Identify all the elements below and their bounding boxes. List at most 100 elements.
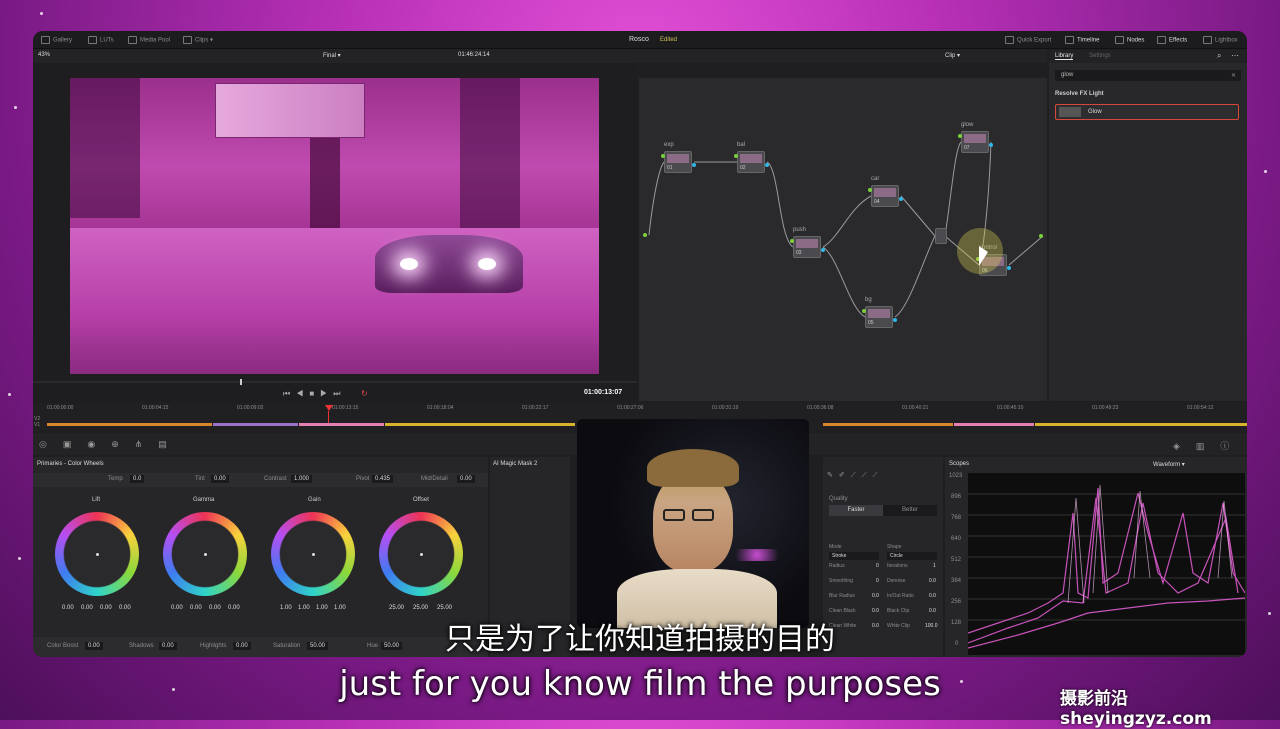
quality-toggle[interactable]: Faster Better <box>829 505 937 516</box>
bokeh-lights <box>727 549 787 561</box>
tint-field[interactable]: 0.00 <box>211 475 229 483</box>
gain-value[interactable]: 1.00 <box>316 605 328 611</box>
node-editor[interactable]: exp 01 bal 02 push 03 car 04 bg 05 glow 07 control 06 <box>639 78 1047 401</box>
node-output-dot[interactable] <box>893 318 897 322</box>
star <box>1264 170 1267 173</box>
tab-clips[interactable]: Clips ▾ <box>183 36 213 44</box>
playhead[interactable] <box>240 379 242 385</box>
node-input-dot[interactable] <box>661 154 665 158</box>
timeline-selector[interactable]: Final ▾ <box>323 52 341 59</box>
loop-icon[interactable]: ↻ <box>361 389 368 398</box>
iterations-value[interactable]: 1 <box>933 563 936 569</box>
clear-search-icon[interactable]: ✕ <box>1231 72 1236 79</box>
inout-ratio-value[interactable]: 0.0 <box>929 593 936 599</box>
menu-icon[interactable]: ⋯ <box>1231 51 1239 60</box>
offset-value[interactable]: 25.00 <box>413 605 428 611</box>
node-input-dot[interactable] <box>958 134 962 138</box>
gamma-wheel[interactable] <box>163 512 247 596</box>
node-car[interactable]: 04 <box>871 185 899 207</box>
scopes-title: Scopes <box>949 461 970 467</box>
node-push[interactable]: 03 <box>793 236 821 258</box>
node-glow[interactable]: 07 <box>961 131 989 153</box>
clip-bar[interactable] <box>299 423 384 426</box>
tab-media-pool[interactable]: Media Pool <box>128 36 170 44</box>
scope-mode-select[interactable]: Waveform ▾ <box>1153 461 1185 468</box>
node-output-dot[interactable] <box>821 248 825 252</box>
timeline-playhead-line <box>328 411 329 423</box>
quality-better[interactable]: Better <box>883 505 937 516</box>
quality-faster[interactable]: Faster <box>829 505 883 516</box>
lift-value[interactable]: 0.00 <box>81 605 93 611</box>
graph-output-dot[interactable] <box>1039 234 1043 238</box>
zoom-level[interactable]: 43% <box>38 52 50 58</box>
blur-radius-value[interactable]: 0.0 <box>872 593 879 599</box>
clip-bar[interactable] <box>47 423 212 426</box>
palette-icons-right[interactable]: ◈▥ⓘ <box>1173 439 1245 452</box>
node-bal[interactable]: 02 <box>737 151 765 173</box>
lift-wheel[interactable] <box>55 512 139 596</box>
tab-settings[interactable]: Settings <box>1089 53 1111 59</box>
node-output-dot[interactable] <box>989 143 993 147</box>
timeline-toggle[interactable]: Timeline <box>1065 36 1099 44</box>
node-output-dot[interactable] <box>1007 266 1011 270</box>
timeline-playhead[interactable] <box>325 405 333 411</box>
offset-wheel[interactable] <box>379 512 463 596</box>
node-output-dot[interactable] <box>899 197 903 201</box>
smoothing-value[interactable]: 0 <box>876 578 879 584</box>
node-exp[interactable]: 01 <box>664 151 692 173</box>
lift-value[interactable]: 0.00 <box>119 605 131 611</box>
gain-value[interactable]: 1.00 <box>280 605 292 611</box>
mode-select[interactable]: Stroke <box>829 552 879 560</box>
node-output-dot[interactable] <box>765 163 769 167</box>
node-input-dot[interactable] <box>790 239 794 243</box>
mixer-node[interactable] <box>935 228 947 244</box>
pivot-field[interactable]: 0.435 <box>372 475 394 483</box>
gamma-value[interactable]: 0.00 <box>228 605 240 611</box>
gamma-value[interactable]: 0.00 <box>171 605 183 611</box>
search-icon[interactable]: ⌕ <box>1217 51 1221 61</box>
clip-bar[interactable] <box>1035 423 1247 426</box>
nodes-toggle[interactable]: Nodes <box>1115 36 1144 44</box>
clip-bar[interactable] <box>385 423 575 426</box>
middetail-field[interactable]: 0.00 <box>457 475 475 483</box>
node-input-dot[interactable] <box>868 188 872 192</box>
gain-value[interactable]: 1.00 <box>298 605 310 611</box>
gamma-value[interactable]: 0.00 <box>209 605 221 611</box>
gain-value[interactable]: 1.00 <box>334 605 346 611</box>
lift-value[interactable]: 0.00 <box>100 605 112 611</box>
tick: 01:00:36:08 <box>807 405 834 411</box>
tab-library[interactable]: Library <box>1055 53 1074 60</box>
effects-toggle[interactable]: Effects <box>1157 36 1187 44</box>
node-input-dot[interactable] <box>734 154 738 158</box>
temp-field[interactable]: 0.0 <box>130 475 145 483</box>
node-mode-selector[interactable]: Clip ▾ <box>945 52 960 59</box>
lift-value[interactable]: 0.00 <box>62 605 74 611</box>
building <box>460 78 520 228</box>
gamma-value[interactable]: 0.00 <box>190 605 202 611</box>
clip-bar[interactable] <box>823 423 953 426</box>
library-category[interactable]: Resolve FX Light <box>1055 91 1104 97</box>
tab-gallery[interactable]: Gallery <box>41 36 72 44</box>
offset-value[interactable]: 25.00 <box>437 605 452 611</box>
mask-tools[interactable]: ✎✐⟋⟋⟋ <box>827 471 883 480</box>
denoise-value[interactable]: 0.0 <box>929 578 936 584</box>
shape-select[interactable]: Circle <box>887 552 937 560</box>
quick-export-button[interactable]: Quick Export <box>1005 36 1051 44</box>
glow-effect-item[interactable]: Glow <box>1055 104 1239 120</box>
radius-value[interactable]: 0 <box>876 563 879 569</box>
playback-controls[interactable]: ⏮◀■▶⏭ <box>283 389 347 399</box>
graph-input-dot[interactable] <box>643 233 647 237</box>
palette-icons-left[interactable]: ◎▣◉⊕⋔▤ <box>39 439 183 450</box>
node-bg[interactable]: 05 <box>865 306 893 328</box>
clip-bar[interactable] <box>954 423 1034 426</box>
node-input-dot[interactable] <box>862 309 866 313</box>
node-output-dot[interactable] <box>692 163 696 167</box>
tab-luts[interactable]: LUTs <box>88 36 114 44</box>
contrast-field[interactable]: 1.000 <box>291 475 313 483</box>
library-search-input[interactable]: glow ✕ <box>1055 70 1241 81</box>
gain-wheel[interactable] <box>271 512 355 596</box>
offset-value[interactable]: 25.00 <box>389 605 404 611</box>
lightbox-toggle[interactable]: Lightbox <box>1203 36 1238 44</box>
video-frame[interactable] <box>70 78 599 374</box>
clip-bar[interactable] <box>213 423 298 426</box>
